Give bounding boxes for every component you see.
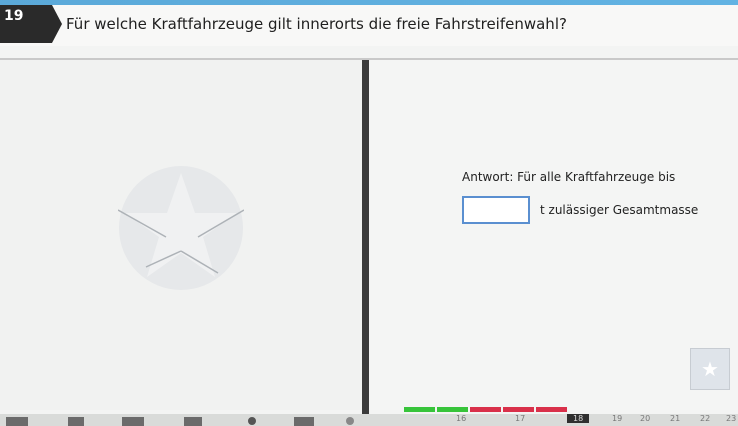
nav-number[interactable]: 22 <box>700 414 710 423</box>
nav-item[interactable] <box>6 417 28 426</box>
answer-panel <box>369 60 738 410</box>
favorite-button[interactable]: ★ <box>690 348 730 390</box>
progress-segment <box>536 407 567 412</box>
nav-item[interactable] <box>294 417 314 426</box>
progress-segment <box>404 407 435 412</box>
progress-segment <box>437 407 468 412</box>
question-number-badge: 19 <box>0 5 62 45</box>
question-number: 19 <box>4 8 24 24</box>
nav-item[interactable] <box>68 417 84 426</box>
nav-number[interactable]: 23 <box>726 414 736 423</box>
star-icon: ★ <box>701 357 719 381</box>
question-navigation <box>0 414 738 426</box>
answer-suffix: t zulässiger Gesamtmasse <box>540 203 699 217</box>
nav-item[interactable] <box>184 417 202 426</box>
nav-number[interactable]: 20 <box>640 414 650 423</box>
nav-number[interactable]: 17 <box>515 414 525 423</box>
sign-icon <box>118 166 244 290</box>
nav-number[interactable]: 21 <box>670 414 680 423</box>
nav-item[interactable] <box>248 417 256 425</box>
progress-segment <box>470 407 501 412</box>
nav-item[interactable] <box>346 417 354 425</box>
nav-item[interactable] <box>122 417 144 426</box>
progress-segment <box>503 407 534 412</box>
progress-strip <box>404 407 568 412</box>
question-text: Für welche Kraftfahrzeuge gilt innerorts… <box>66 15 567 33</box>
nav-number[interactable]: 19 <box>612 414 622 423</box>
nav-number-current[interactable]: 18 <box>567 414 590 423</box>
answer-input[interactable] <box>462 196 530 224</box>
answer-prefix: Antwort: Für alle Kraftfahrzeuge bis <box>462 170 676 184</box>
panel-divider <box>362 60 369 418</box>
nav-number[interactable]: 16 <box>456 414 466 423</box>
